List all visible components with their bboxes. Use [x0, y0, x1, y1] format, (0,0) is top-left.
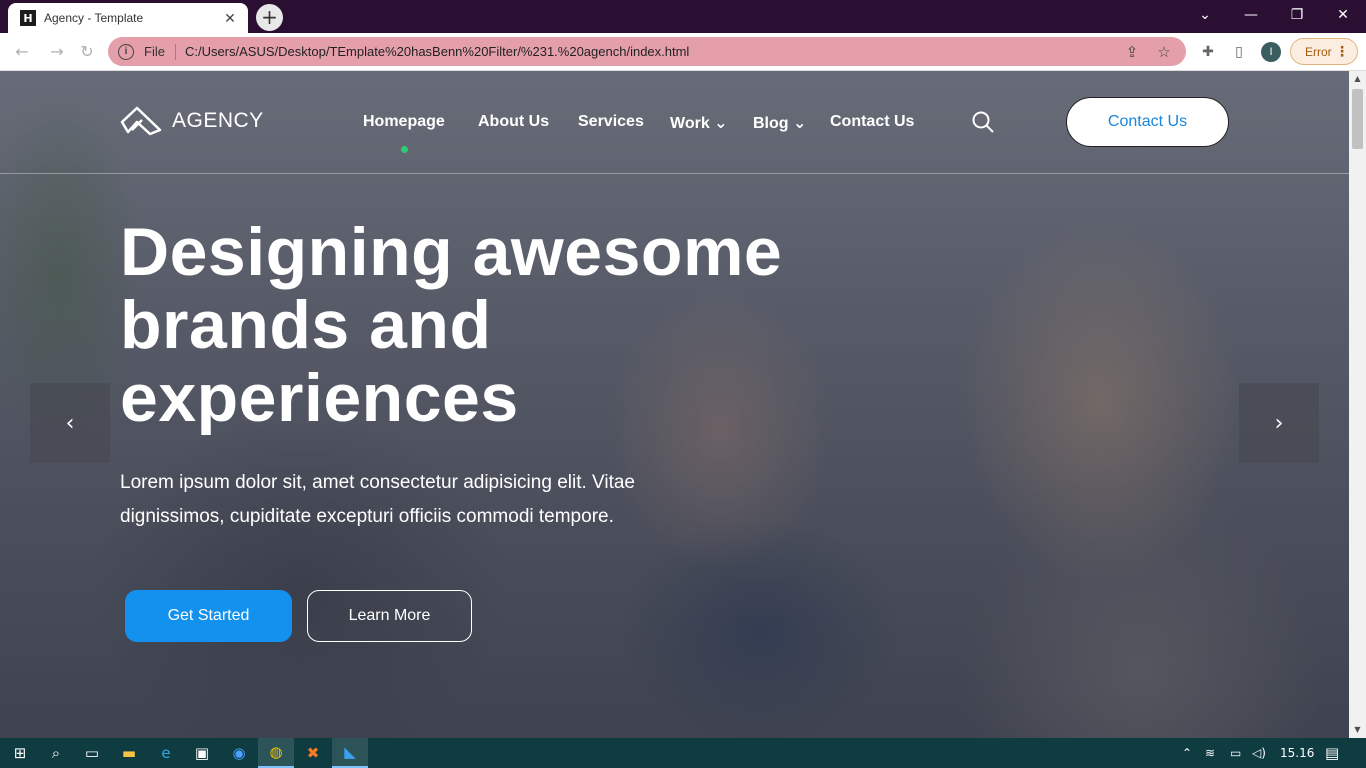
browser-tab[interactable]: H Agency - Template ✕	[8, 3, 248, 33]
tab-close-icon[interactable]: ✕	[222, 10, 238, 27]
reload-icon[interactable]: ↻	[77, 42, 97, 62]
site-logo[interactable]: AGENCY	[120, 106, 264, 136]
xampp-icon[interactable]: ✖	[295, 738, 331, 768]
learn-more-button[interactable]: Learn More	[307, 590, 472, 642]
hero-headline-line: brands and	[120, 287, 492, 363]
hero-subtext-line: Lorem ipsum dolor sit, amet consectetur …	[120, 472, 636, 493]
active-nav-indicator	[401, 146, 408, 153]
notifications-icon[interactable]: ▤	[1325, 738, 1339, 768]
search-icon[interactable]: ⌕	[38, 738, 74, 768]
tray-chevron-icon[interactable]: ⌃	[1182, 738, 1192, 768]
address-bar[interactable]: i File C:/Users/ASUS/Desktop/TEmplate%20…	[108, 37, 1186, 66]
forward-icon[interactable]: →	[47, 42, 67, 62]
nav-homepage[interactable]: Homepage	[363, 113, 445, 131]
new-tab-button[interactable]: +	[256, 4, 283, 31]
profile-avatar[interactable]: I	[1261, 42, 1281, 62]
vscode-icon[interactable]: ◣	[332, 738, 368, 768]
error-button[interactable]: Error ⋮	[1290, 38, 1358, 65]
extensions-icon[interactable]: ✚	[1198, 42, 1218, 62]
hero-subtext: Lorem ipsum dolor sit, amet consectetur …	[120, 466, 760, 534]
scrollbar-thumb[interactable]	[1352, 89, 1363, 149]
address-divider	[174, 43, 176, 60]
nav-about-us[interactable]: About Us	[478, 113, 549, 131]
error-label: Error	[1305, 44, 1332, 59]
chevron-left-icon: ‹	[65, 410, 75, 436]
bookmark-star-icon[interactable]: ☆	[1154, 42, 1174, 62]
clock[interactable]: 15.16	[1280, 738, 1314, 768]
restore-button[interactable]: ❐	[1274, 0, 1320, 30]
hero-subtext-line: dignissimos, cupiditate excepturi offici…	[120, 506, 614, 527]
close-window-button[interactable]: ✕	[1320, 0, 1366, 30]
logo-mark-icon	[120, 106, 162, 136]
store-icon[interactable]: ▣	[184, 738, 220, 768]
wifi-icon[interactable]: ≋	[1205, 738, 1215, 768]
tab-favicon-icon: H	[20, 10, 36, 26]
battery-icon[interactable]: ▭	[1230, 738, 1241, 768]
hero-headline-line: Designing awesome	[120, 214, 783, 290]
zoom-icon[interactable]: ◉	[221, 738, 257, 768]
back-icon[interactable]: ←	[12, 42, 32, 62]
get-started-button[interactable]: Get Started	[125, 590, 292, 642]
volume-icon[interactable]: ◁)	[1252, 738, 1266, 768]
search-icon[interactable]	[972, 111, 994, 133]
windows-start-icon[interactable]: ⊞	[2, 738, 38, 768]
site-info-icon[interactable]: i	[118, 43, 134, 60]
tab-title: Agency - Template	[44, 11, 144, 25]
file-explorer-icon[interactable]: ▬	[111, 738, 147, 768]
side-panel-icon[interactable]: ▯	[1229, 42, 1249, 62]
task-view-icon[interactable]: ▭	[74, 738, 110, 768]
slider-prev-button[interactable]: ‹	[30, 383, 110, 463]
scroll-up-icon[interactable]: ▲	[1349, 71, 1366, 87]
scroll-down-icon[interactable]: ▼	[1349, 722, 1366, 738]
browser-toolbar: ← → ↻ i File C:/Users/ASUS/Desktop/TEmpl…	[0, 33, 1366, 71]
header-divider	[0, 173, 1349, 174]
nav-contact-us[interactable]: Contact Us	[830, 113, 914, 131]
share-icon[interactable]: ⇪	[1122, 42, 1142, 62]
header-contact-button[interactable]: Contact Us	[1066, 97, 1229, 147]
minimize-button[interactable]: —	[1228, 0, 1274, 30]
hero-headline: Designing awesome brands and experiences	[120, 216, 880, 435]
hero-headline-line: experiences	[120, 360, 519, 436]
windows-taskbar: ⊞ ⌕ ▭ ▬ e ▣ ◉ ◍ ✖ ◣ ⌃ ≋ ▭ ◁) 15.16 ▤	[0, 738, 1366, 768]
chevron-right-icon: ›	[1274, 410, 1284, 436]
edge-icon[interactable]: e	[148, 738, 184, 768]
nav-work[interactable]: Work ⌄	[670, 113, 728, 133]
menu-dots-icon: ⋮	[1335, 43, 1349, 59]
browser-tab-bar: H Agency - Template ✕ + ⌄ — ❐ ✕	[0, 0, 1366, 33]
tab-search-dropdown-icon[interactable]: ⌄	[1182, 0, 1228, 30]
slider-next-button[interactable]: ›	[1239, 383, 1319, 463]
nav-blog[interactable]: Blog ⌄	[753, 113, 806, 133]
chrome-icon[interactable]: ◍	[258, 738, 294, 768]
nav-services[interactable]: Services	[578, 113, 644, 131]
hero-section: AGENCY Homepage About Us Services Work ⌄…	[0, 71, 1349, 738]
scheme-label: File	[144, 44, 165, 59]
page-scrollbar[interactable]: ▲ ▼	[1349, 71, 1366, 738]
url-text[interactable]: C:/Users/ASUS/Desktop/TEmplate%20hasBenn…	[185, 44, 1122, 59]
logo-text: AGENCY	[172, 109, 264, 132]
